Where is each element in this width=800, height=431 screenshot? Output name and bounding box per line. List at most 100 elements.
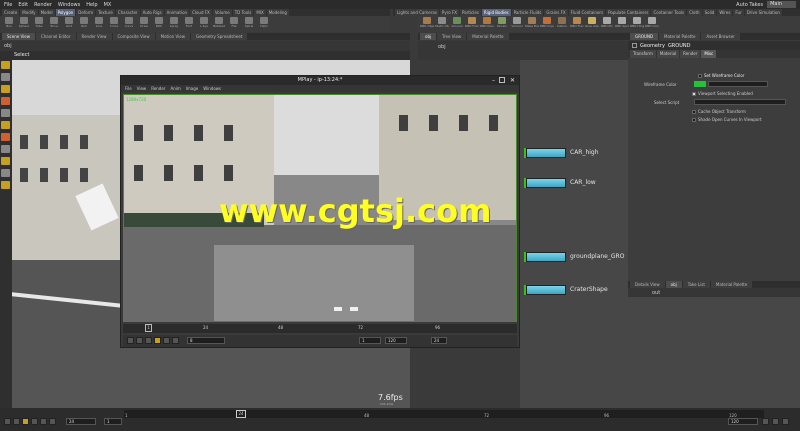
- handle-icon[interactable]: [1, 121, 10, 129]
- close-icon[interactable]: ✕: [510, 76, 515, 85]
- timeline-jump-start-icon[interactable]: [4, 418, 11, 425]
- tool-tube[interactable]: Tube: [32, 16, 46, 32]
- mplay-frame-start[interactable]: 1: [359, 337, 381, 344]
- shelf-tab[interactable]: Particles: [460, 9, 481, 16]
- menu-help[interactable]: Help: [86, 2, 97, 8]
- mplay-current-frame[interactable]: 8: [187, 337, 225, 344]
- tab-material-palette[interactable]: Material Palette: [467, 33, 509, 40]
- viewport-selecting-toggle[interactable]: Viewport Selecting Enabled: [692, 91, 753, 96]
- network-path[interactable]: obj: [438, 44, 446, 50]
- tool-sphere[interactable]: Sphere: [17, 16, 31, 32]
- timeline-step-back-icon[interactable]: [13, 418, 20, 425]
- shelf-tab[interactable]: Fluid Containers: [568, 9, 606, 16]
- tool-rbd-spring[interactable]: RBD Spring: [615, 16, 629, 32]
- tab-material[interactable]: Material: [656, 50, 680, 58]
- tab-tree-view[interactable]: Tree View: [437, 33, 467, 40]
- shelf-tab[interactable]: Pyro FX: [439, 9, 460, 16]
- tool-path[interactable]: Path: [152, 16, 166, 32]
- tool-rbd-constraint[interactable]: RBD Cons: [645, 16, 659, 32]
- lower-path[interactable]: out: [652, 290, 660, 296]
- tool-metaball[interactable]: Metaball: [212, 16, 226, 32]
- mplay-menu-windows[interactable]: Windows: [203, 85, 221, 92]
- timeline-stop-icon[interactable]: [31, 418, 38, 425]
- tool-file[interactable]: File: [227, 16, 241, 32]
- tool-debris[interactable]: Debris: [555, 16, 569, 32]
- tool-null[interactable]: Null: [77, 16, 91, 32]
- shelf-tab[interactable]: Deform: [76, 9, 96, 16]
- timeline-play-icon[interactable]: [22, 418, 29, 425]
- menu-windows[interactable]: Windows: [58, 2, 80, 8]
- tool-make-breakable[interactable]: Make Bre: [525, 16, 539, 32]
- tool-circle[interactable]: Circle: [107, 16, 121, 32]
- move-icon[interactable]: [1, 73, 10, 81]
- menu-mx[interactable]: MX: [104, 2, 112, 8]
- mplay-frame-marker[interactable]: 1: [145, 324, 152, 332]
- shelf-tab[interactable]: Texture: [96, 9, 115, 16]
- tab-render[interactable]: Render: [680, 50, 701, 58]
- shelf-tab[interactable]: MIX: [254, 9, 266, 16]
- tool-terrain[interactable]: Terrain: [495, 16, 509, 32]
- network-editor[interactable]: CAR_high CAR_low groundplane_GRO: [520, 60, 628, 285]
- timeline-key-icon[interactable]: [762, 418, 769, 425]
- mplay-menu-anim[interactable]: Anim: [170, 85, 180, 92]
- shelf-tab[interactable]: Character: [115, 9, 140, 16]
- shelf-tab[interactable]: TD Tools: [232, 9, 254, 16]
- select-arrow-icon[interactable]: [1, 61, 10, 69]
- play-icon[interactable]: [154, 337, 161, 344]
- view-icon[interactable]: [1, 145, 10, 153]
- tab-motion-view[interactable]: Motion View: [155, 33, 190, 40]
- shelf-tab[interactable]: Wires: [717, 9, 733, 16]
- mplay-menu-view[interactable]: View: [137, 85, 147, 92]
- tool-draw[interactable]: Draw: [137, 16, 151, 32]
- menu-file[interactable]: File: [4, 2, 12, 8]
- snap-icon[interactable]: [1, 169, 10, 177]
- tool-voronoi[interactable]: Voronoi: [510, 16, 524, 32]
- shelf-tab[interactable]: Cloth: [687, 9, 702, 16]
- wireframe-color-field[interactable]: [708, 81, 768, 87]
- tool-rbd-object[interactable]: RBD Object: [420, 16, 434, 32]
- select-script-field[interactable]: [694, 99, 786, 105]
- tab-details-view[interactable]: Details View: [630, 281, 665, 288]
- node-body[interactable]: [526, 148, 566, 158]
- tool-helix[interactable]: Helix: [257, 16, 271, 32]
- shade-open-curves-toggle[interactable]: Shade Open Curves In Viewport: [692, 117, 762, 122]
- timeline-playhead[interactable]: 24: [236, 410, 246, 418]
- tool-spiral[interactable]: Spiral: [242, 16, 256, 32]
- set-wireframe-color-toggle[interactable]: Set Wireframe Color: [698, 73, 744, 78]
- menu-edit[interactable]: Edit: [18, 2, 28, 8]
- auto-takes-label[interactable]: Auto Takes: [736, 2, 763, 8]
- tab-render-view[interactable]: Render View: [76, 33, 112, 40]
- shelf-tab[interactable]: Lights and Cameras: [395, 9, 439, 16]
- minimize-icon[interactable]: –: [492, 76, 495, 85]
- timeline-settings-icon[interactable]: [782, 418, 789, 425]
- cache-object-transform-toggle[interactable]: Cache Object Transform: [692, 109, 746, 114]
- tab-obj-2[interactable]: obj: [665, 281, 682, 288]
- mplay-menu-render[interactable]: Render: [151, 85, 165, 92]
- lower-network-pane[interactable]: Details View obj Take List Material Pale…: [628, 281, 800, 408]
- shelf-tab[interactable]: Modify: [20, 9, 38, 16]
- tab-material-palette-3[interactable]: Material Palette: [710, 281, 753, 288]
- timeline-step-forward-icon[interactable]: [40, 418, 47, 425]
- shelf-tab[interactable]: Solid: [702, 9, 717, 16]
- checkbox[interactable]: [692, 110, 696, 114]
- jump-end-icon[interactable]: [172, 337, 179, 344]
- magnet-icon[interactable]: [1, 181, 10, 189]
- shelf-tab[interactable]: Model: [38, 9, 55, 16]
- jump-start-icon[interactable]: [127, 337, 134, 344]
- shelf-tab[interactable]: Fur: [733, 9, 744, 16]
- desktop-selector[interactable]: Main: [767, 1, 796, 8]
- timeline-current-frame[interactable]: 24: [66, 418, 96, 425]
- tab-composite-view[interactable]: Composite View: [112, 33, 155, 40]
- tool-rbd-pieces[interactable]: RBD Pieces: [480, 16, 494, 32]
- tab-ground[interactable]: GROUND: [630, 33, 659, 40]
- mplay-fps-field[interactable]: 24: [431, 337, 447, 344]
- timeline-range-end[interactable]: 120: [728, 418, 758, 425]
- tool-spray[interactable]: Spray: [167, 16, 181, 32]
- shelf-tab[interactable]: Modeling: [266, 9, 289, 16]
- node-body[interactable]: [526, 252, 566, 262]
- tab-obj[interactable]: obj: [420, 33, 437, 40]
- mplay-frame-ruler[interactable]: 1 24 48 72 96: [123, 324, 517, 333]
- node-name-field[interactable]: GROUND: [668, 43, 691, 49]
- tool-torus[interactable]: Torus: [47, 16, 61, 32]
- tab-asset-browser[interactable]: Asset Browser: [701, 33, 740, 40]
